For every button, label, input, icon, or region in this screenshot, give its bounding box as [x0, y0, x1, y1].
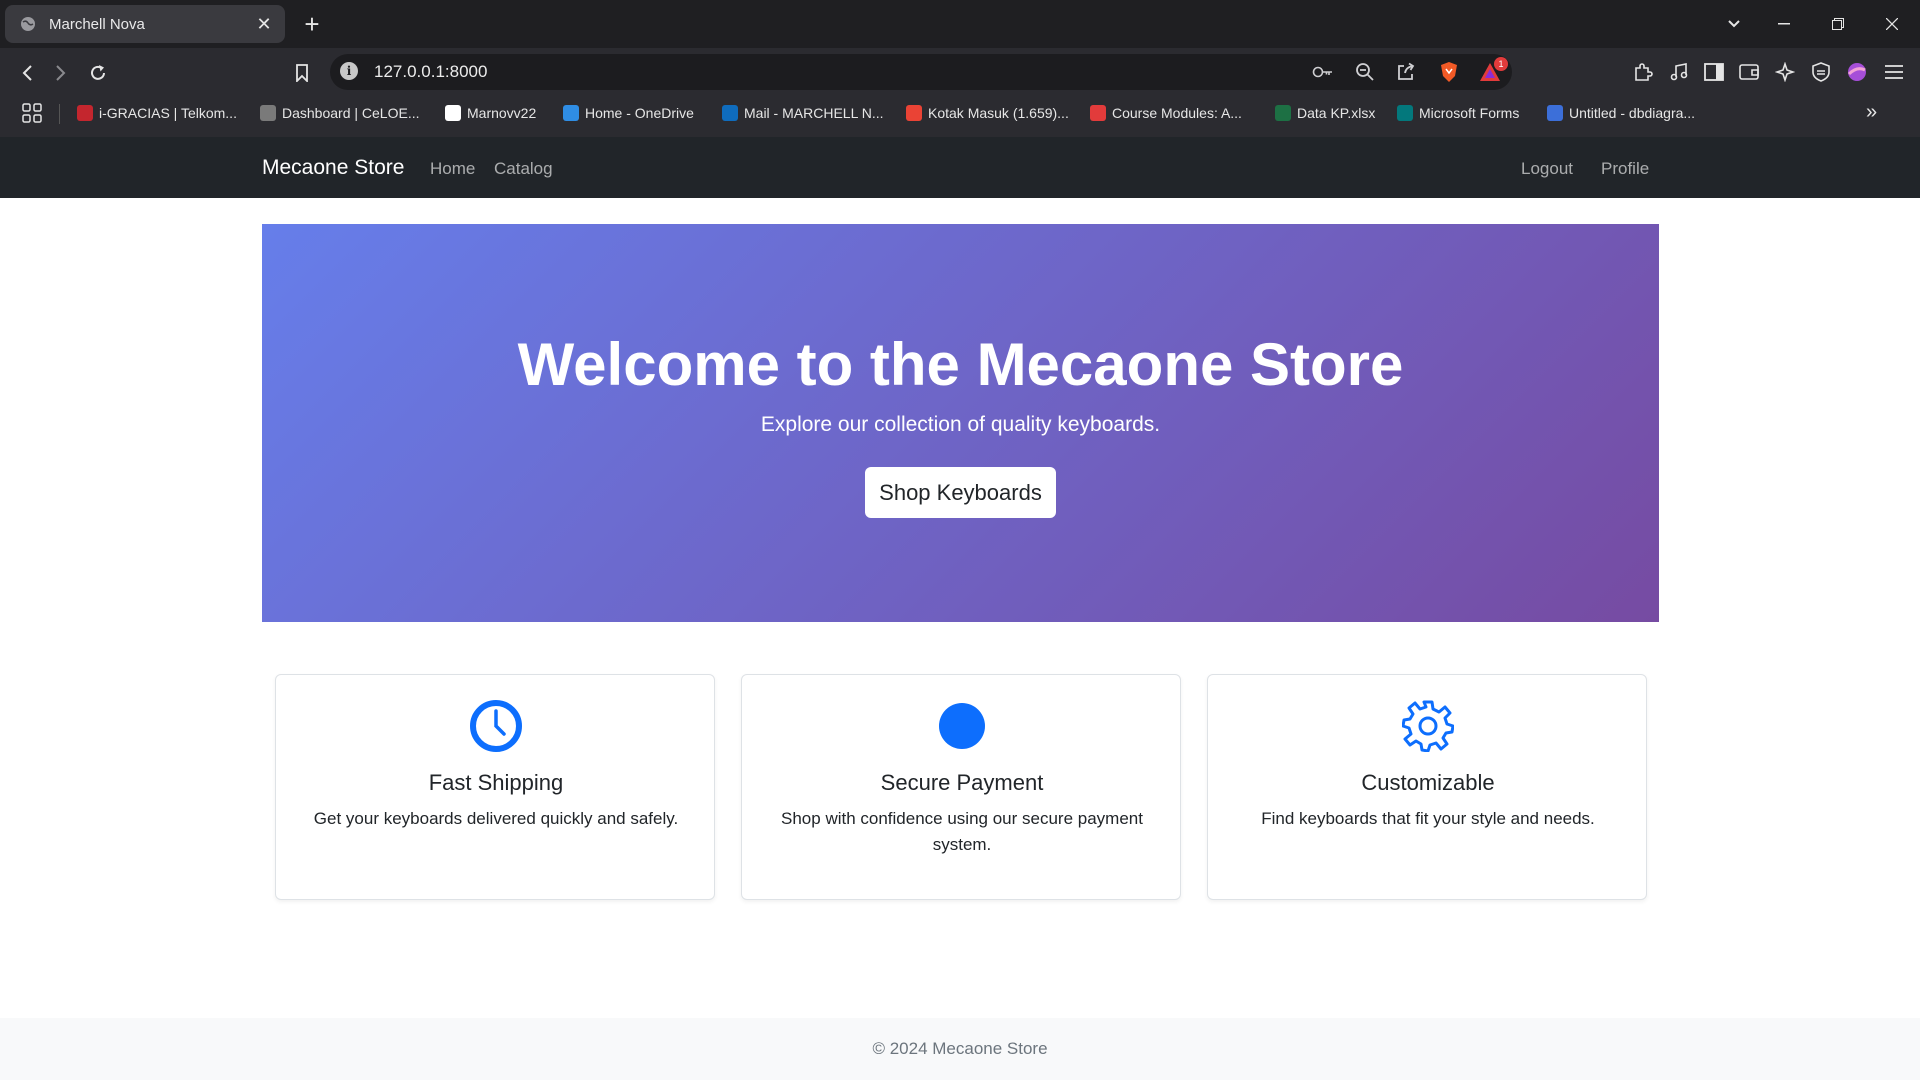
shop-keyboards-button[interactable]: Shop Keyboards [865, 467, 1056, 518]
bookmark-label: Mail - MARCHELL N... [744, 105, 884, 121]
site-footer: © 2024 Mecaone Store [0, 1018, 1920, 1080]
bookmark-item[interactable]: Course Modules: A... [1090, 102, 1242, 124]
bookmark-item[interactable]: Kotak Masuk (1.659)... [906, 102, 1069, 124]
brave-shield-icon[interactable] [1437, 60, 1461, 84]
sidebar-icon[interactable] [1702, 60, 1726, 84]
url-text[interactable]: 127.0.0.1:8000 [374, 62, 487, 82]
feature-card-payment: Secure Payment Shop with confidence usin… [741, 674, 1181, 900]
bookmark-label: Marnovv22 [467, 105, 537, 121]
bookmark-label: Course Modules: A... [1112, 105, 1242, 121]
profile-icon[interactable] [1845, 60, 1869, 84]
bookmark-favicon-icon [260, 105, 276, 121]
bookmark-label: Dashboard | CeLOE... [282, 105, 420, 121]
leo-ai-icon[interactable] [1773, 60, 1797, 84]
bookmark-item[interactable]: Microsoft Forms [1397, 102, 1519, 124]
browser-tab[interactable]: Marchell Nova ✕ [5, 5, 285, 43]
bookmark-item[interactable]: i-GRACIAS | Telkom... [77, 102, 237, 124]
bookmark-item[interactable]: Dashboard | CeLOE... [260, 102, 419, 124]
bookmark-label: Kotak Masuk (1.659)... [928, 105, 1069, 121]
forward-icon[interactable] [48, 60, 74, 86]
feature-card-shipping: Fast Shipping Get your keyboards deliver… [275, 674, 715, 900]
bookmark-item[interactable]: Marnovv22 [445, 102, 536, 124]
close-window-icon[interactable] [1880, 12, 1904, 36]
bookmark-icon[interactable] [289, 60, 315, 86]
key-icon[interactable] [1311, 60, 1335, 84]
browser-tabstrip [0, 0, 1920, 48]
feature-text: Find keyboards that fit your style and n… [1261, 809, 1595, 828]
restore-icon[interactable] [1826, 12, 1850, 36]
bookmark-label: Untitled - dbdiagra... [1569, 105, 1696, 121]
bookmark-favicon-icon [722, 105, 738, 121]
nav-link-home[interactable]: Home [430, 159, 475, 179]
bookmark-favicon-icon [445, 105, 461, 121]
hero-subtitle: Explore our collection of quality keyboa… [760, 413, 1161, 436]
extensions-icon[interactable] [1631, 60, 1655, 84]
vpn-icon[interactable] [1809, 60, 1833, 84]
bookmark-favicon-icon [1397, 105, 1413, 121]
back-icon[interactable] [14, 60, 40, 86]
bookmark-favicon-icon [1090, 105, 1106, 121]
bookmark-item[interactable]: Data KP.xlsx [1275, 102, 1375, 124]
feature-title: Fast Shipping [428, 770, 564, 795]
bookmark-item[interactable]: Home - OneDrive [563, 102, 694, 124]
clock-icon [470, 700, 522, 752]
minimize-icon[interactable] [1772, 12, 1796, 36]
feature-text: Shop with confidence using our secure pa… [781, 809, 1143, 854]
feature-title: Secure Payment [880, 770, 1044, 795]
feature-card-customizable: Customizable Find keyboards that fit you… [1207, 674, 1647, 900]
shield-icon [936, 700, 988, 752]
wallet-icon[interactable] [1737, 60, 1761, 84]
tab-title: Marchell Nova [49, 15, 145, 33]
bookmark-label: Microsoft Forms [1419, 105, 1520, 121]
nav-link-logout[interactable]: Logout [1521, 159, 1573, 179]
globe-icon [19, 15, 37, 33]
media-icon[interactable] [1667, 60, 1691, 84]
bookmark-favicon-icon [1275, 105, 1291, 121]
nav-link-profile[interactable]: Profile [1601, 159, 1649, 179]
bookmarks-divider [59, 104, 60, 124]
feature-text: Get your keyboards delivered quickly and… [313, 809, 679, 828]
hero-banner: Welcome to the Mecaone Store Explore our… [262, 224, 1659, 622]
zoom-icon[interactable] [1353, 60, 1377, 84]
reload-icon[interactable] [85, 60, 111, 86]
hero-title: Welcome to the Mecaone Store [517, 331, 1404, 398]
bookmark-favicon-icon [906, 105, 922, 121]
bookmark-favicon-icon [1547, 105, 1563, 121]
menu-icon[interactable] [1882, 60, 1906, 84]
share-icon[interactable] [1394, 60, 1418, 84]
bookmark-label: Data KP.xlsx [1297, 105, 1376, 121]
bookmark-favicon-icon [563, 105, 579, 121]
apps-icon[interactable] [20, 101, 44, 125]
bookmark-label: Home - OneDrive [585, 105, 694, 121]
bookmark-label: i-GRACIAS | Telkom... [99, 105, 237, 121]
close-tab-icon[interactable]: ✕ [253, 14, 275, 35]
bookmark-item[interactable]: Untitled - dbdiagra... [1547, 102, 1695, 124]
bookmark-favicon-icon [77, 105, 93, 121]
new-tab-button[interactable]: + [298, 10, 326, 38]
nav-link-catalog[interactable]: Catalog [494, 159, 553, 179]
tab-search-icon[interactable] [1722, 12, 1746, 36]
feature-title: Customizable [1361, 770, 1495, 795]
bookmark-item[interactable]: Mail - MARCHELL N... [722, 102, 884, 124]
gear-icon [1402, 700, 1454, 752]
brand-link[interactable]: Mecaone Store [262, 156, 404, 180]
rewards-badge: 1 [1494, 57, 1508, 71]
more-bookmarks-icon[interactable]: » [1866, 101, 1877, 124]
footer-copyright: © 2024 Mecaone Store [872, 1039, 1048, 1058]
site-info-icon[interactable]: i [340, 62, 358, 80]
